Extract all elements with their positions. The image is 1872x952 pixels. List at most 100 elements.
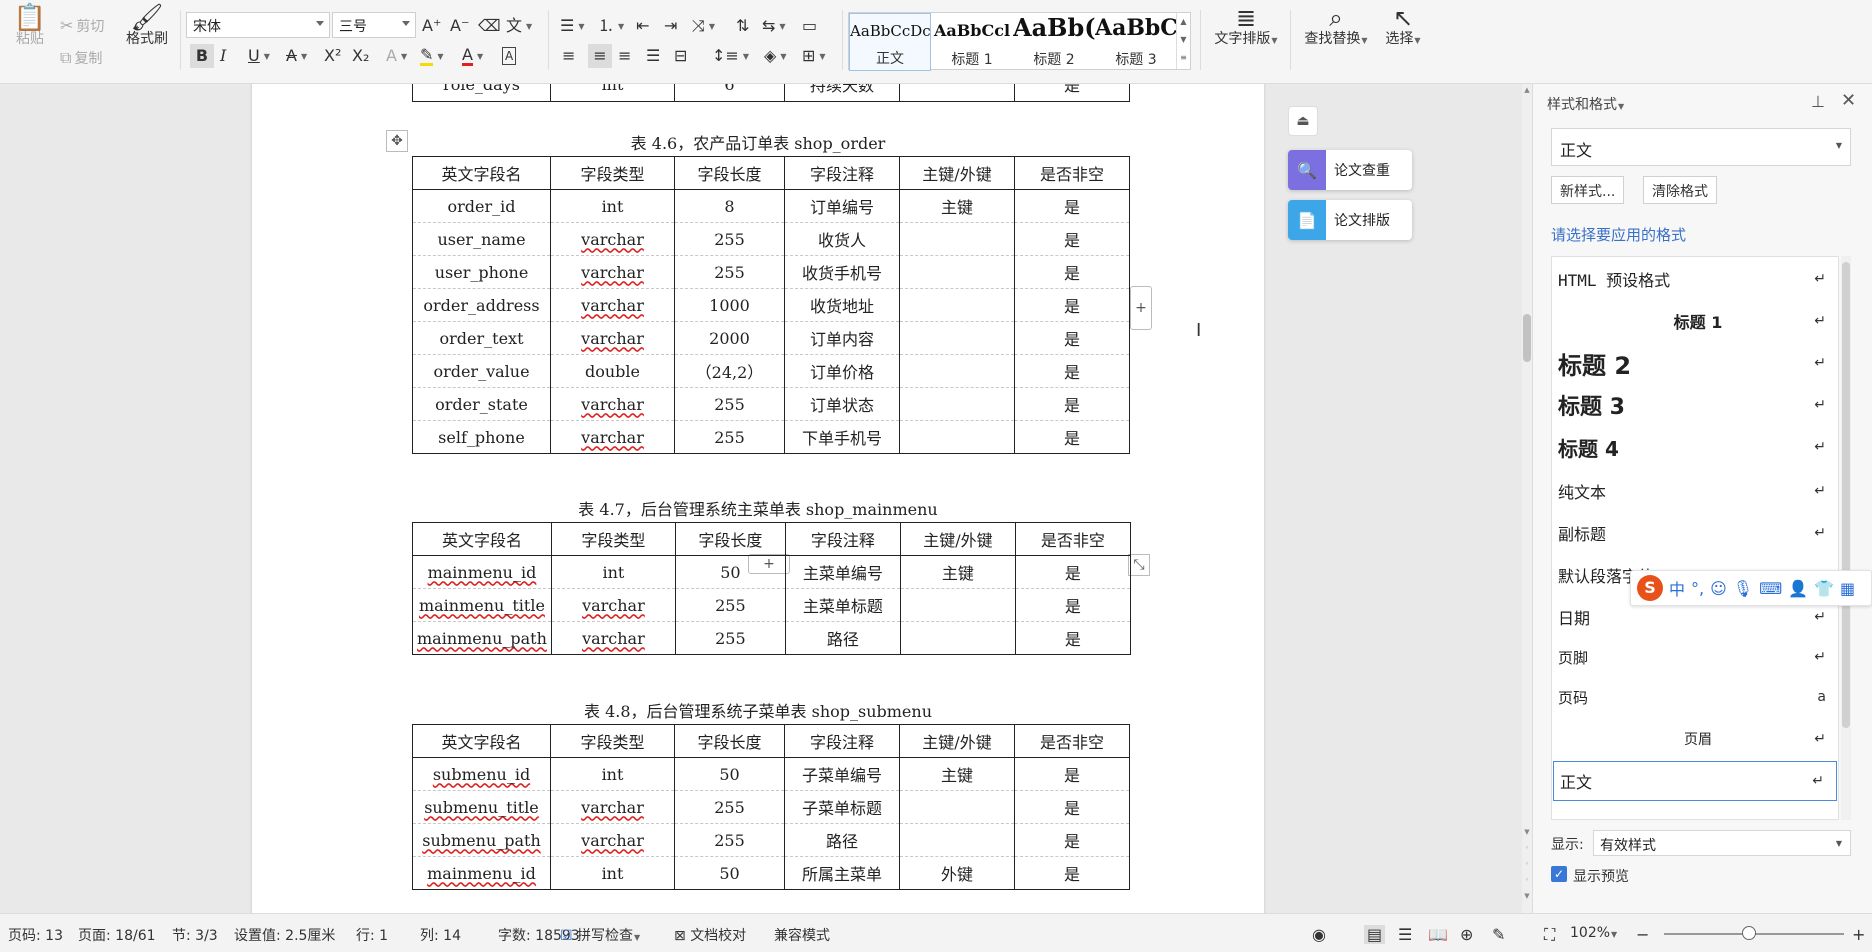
scrollbar-thumb[interactable] <box>1523 314 1531 362</box>
table-cell[interactable]: 是 <box>1014 588 1131 622</box>
borders-button[interactable]: ⊞ ▼ <box>802 44 826 68</box>
table-cell[interactable]: varchar <box>550 420 675 454</box>
style-gallery-item-heading1[interactable]: AaBbCcl 标题 1 <box>931 13 1013 71</box>
ime-language[interactable]: 中 <box>1669 576 1685 600</box>
table-cell[interactable]: 是 <box>1014 823 1130 857</box>
table-cell[interactable]: submenu_id <box>412 757 551 791</box>
keyboard-icon[interactable]: ⌨ <box>1759 579 1782 598</box>
table-header-cell[interactable]: 字段长度 <box>674 156 785 190</box>
table-cell[interactable]: user_name <box>412 222 551 256</box>
page-view-icon[interactable]: ▤ <box>1364 925 1386 944</box>
ruler-button[interactable]: ▭ <box>802 14 817 38</box>
table-cell[interactable]: 订单编号 <box>784 189 900 223</box>
document-page[interactable]: role_days int 6 持续天数 是 ✥ 表 4.6，农产品订单表 sh… <box>252 84 1264 913</box>
table-cell[interactable]: 外键 <box>899 856 1015 890</box>
table-cell[interactable]: 收货手机号 <box>784 255 900 289</box>
char-border-button[interactable]: A <box>502 44 517 68</box>
table-cell[interactable]: submenu_path <box>412 823 551 857</box>
table-cell[interactable]: 路径 <box>784 823 900 857</box>
zoom-slider-thumb[interactable] <box>1742 926 1756 940</box>
table-cell[interactable]: 主键 <box>899 757 1015 791</box>
distribute-button[interactable]: ⊟ <box>674 44 687 68</box>
table-cell[interactable]: int <box>550 555 676 589</box>
table-cell[interactable]: 订单内容 <box>784 321 900 355</box>
table-cell[interactable] <box>899 288 1015 322</box>
table-cell[interactable]: 是 <box>1014 757 1130 791</box>
paper-check-button[interactable]: 🔍 论文查重 <box>1288 150 1412 190</box>
table-cell[interactable]: int <box>550 189 675 223</box>
style-list-item[interactable]: 纯文本 ↵ <box>1552 471 1838 511</box>
table-cell[interactable]: 255 <box>674 420 785 454</box>
bold-button[interactable]: B <box>190 44 214 68</box>
pinyin-button[interactable]: 文 ▼ <box>506 14 532 38</box>
table-cell[interactable]: varchar <box>550 321 675 355</box>
clear-format-button[interactable]: ⌫ <box>478 14 501 38</box>
shading-button[interactable]: ◈ ▼ <box>764 44 786 68</box>
resize-table-icon[interactable]: ⤡ <box>1128 554 1150 576</box>
preview-checkbox[interactable]: ✓ <box>1551 866 1567 882</box>
style-gallery-item-normal[interactable]: AaBbCcDc 正文 <box>849 13 931 71</box>
increase-indent-button[interactable]: ⇥ <box>664 14 677 38</box>
table-header-cell[interactable]: 字段注释 <box>784 522 901 556</box>
zoom-level[interactable]: 102%▼ <box>1570 925 1617 941</box>
table-cell[interactable]: int <box>550 757 675 791</box>
table-cell[interactable]: double <box>550 354 675 388</box>
style-list-item[interactable]: 页眉 ↵ <box>1552 719 1838 759</box>
show-marks-button[interactable]: ⇆ ▼ <box>762 14 786 38</box>
table-header-cell[interactable]: 是否非空 <box>1014 156 1130 190</box>
table-cell[interactable]: 收货人 <box>784 222 900 256</box>
proofread-button[interactable]: ⊠ 文档校对 <box>674 925 746 945</box>
superscript-button[interactable]: X² <box>324 44 341 68</box>
format-painter-button[interactable]: 🖌 格式刷 <box>122 5 172 70</box>
table-header-cell[interactable]: 字段类型 <box>550 156 675 190</box>
user-icon[interactable]: 👤 <box>1788 579 1808 598</box>
select-button[interactable]: ↖ 选择▼ <box>1380 6 1426 72</box>
status-page[interactable]: 页面: 18/61 <box>78 925 156 945</box>
underline-button[interactable]: U ▼ <box>248 44 270 68</box>
paper-layout-button[interactable]: 📄 论文排版 <box>1288 200 1412 240</box>
table-cell[interactable]: 50 <box>674 555 786 589</box>
table-cell[interactable] <box>899 84 1015 102</box>
table-cell[interactable]: 下单手机号 <box>784 420 900 454</box>
text-layout-button[interactable]: ≣ 文字排版▼ <box>1208 6 1284 72</box>
table-cell[interactable] <box>899 321 1015 355</box>
table-cell[interactable] <box>899 588 1016 622</box>
table-cell[interactable] <box>899 387 1015 421</box>
table-cell[interactable]: 8 <box>674 189 785 223</box>
style-list-item[interactable]: 标题 4 ↵ <box>1552 427 1838 467</box>
table-header-cell[interactable]: 字段注释 <box>784 724 900 758</box>
table-cell[interactable]: 255 <box>674 588 786 622</box>
table-cell[interactable]: 是 <box>1014 420 1130 454</box>
subscript-button[interactable]: X₂ <box>352 44 369 68</box>
style-list-item[interactable]: 标题 1 ↵ <box>1552 301 1838 341</box>
table-cell[interactable]: 是 <box>1014 790 1130 824</box>
table-cell[interactable]: （24,2） <box>674 354 785 388</box>
table-cell[interactable]: 255 <box>674 823 785 857</box>
gallery-scroll[interactable]: ▲ ▼ ≡ <box>1176 13 1190 69</box>
show-select[interactable]: 有效样式 ▼ <box>1593 830 1851 856</box>
punctuation-icon[interactable]: °, <box>1691 579 1704 598</box>
table-cell[interactable]: 订单价格 <box>784 354 900 388</box>
status-page-code[interactable]: 页码: 13 <box>8 925 63 945</box>
table-cell[interactable]: 是 <box>1014 856 1130 890</box>
table-cell[interactable]: 50 <box>674 856 785 890</box>
table-cell[interactable] <box>899 222 1015 256</box>
text-direction-button[interactable]: ⤨ ▼ <box>692 14 715 38</box>
pane-title[interactable]: 样式和格式▼ <box>1547 94 1624 114</box>
align-left-button[interactable]: ≡ <box>562 44 575 68</box>
pen-icon[interactable]: ✎ <box>1492 925 1505 944</box>
table-cell[interactable]: varchar <box>550 288 675 322</box>
table-cell[interactable]: 是 <box>1014 621 1131 655</box>
table-cell[interactable]: varchar <box>550 621 676 655</box>
scrollbar-thumb[interactable] <box>1842 262 1850 728</box>
table-cell[interactable]: 是 <box>1014 321 1130 355</box>
table-cell[interactable]: order_text <box>412 321 551 355</box>
reading-view-icon[interactable]: 📖 <box>1428 925 1448 944</box>
table-header-cell[interactable]: 字段长度 <box>674 522 786 556</box>
table-cell[interactable]: user_phone <box>412 255 551 289</box>
current-style-field[interactable]: 正文 ▼ <box>1551 128 1851 166</box>
table-cell[interactable]: mainmenu_id <box>412 856 551 890</box>
table-header-cell[interactable]: 字段注释 <box>784 156 900 190</box>
table-cell[interactable]: 是 <box>1014 354 1130 388</box>
status-section[interactable]: 节: 3/3 <box>172 925 218 945</box>
